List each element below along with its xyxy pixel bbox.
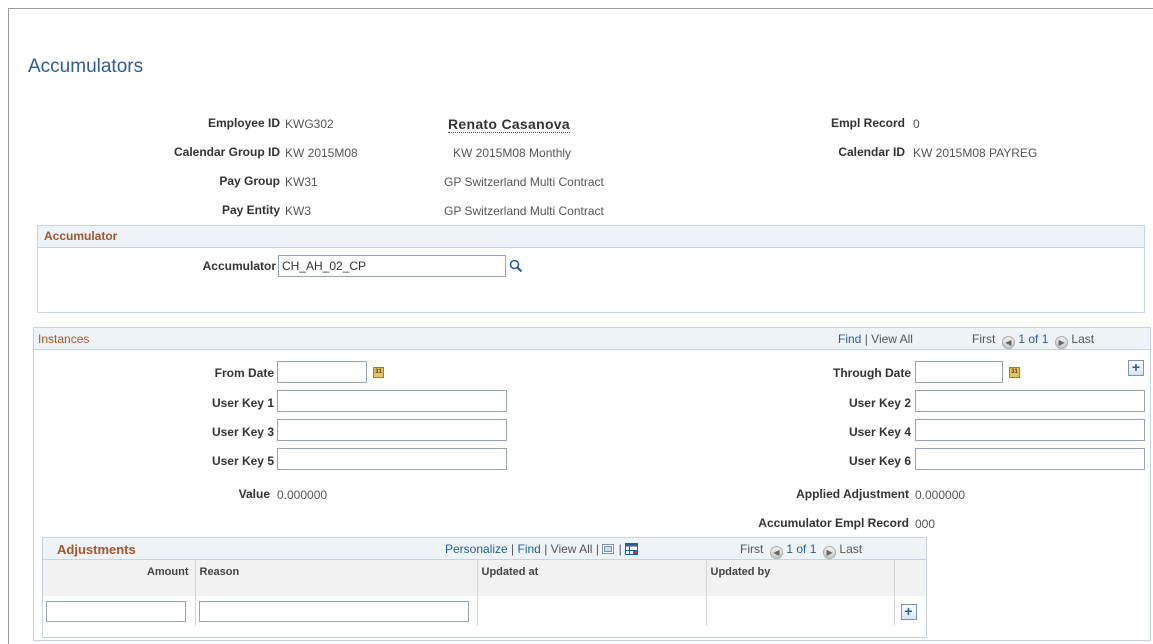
pay-group-desc: GP Switzerland Multi Contract (444, 175, 604, 189)
top-border (8, 8, 1153, 9)
adjustments-pager: First ◀ 1 of 1 ▶ Last (740, 542, 862, 559)
user-key-5-label: User Key 5 (211, 454, 274, 468)
adjustments-header-row: Amount Reason Updated at Updated by (43, 560, 926, 596)
user-key-1-label: User Key 1 (211, 396, 274, 410)
instances-prev-icon[interactable]: ◀ (1002, 336, 1015, 349)
applied-adjustment-value: 0.000000 (915, 488, 966, 502)
pay-group-value: KW31 (285, 175, 318, 189)
column-header-reason: Reason (195, 560, 478, 596)
column-header-amount: Amount (43, 560, 196, 596)
updated-by-cell (706, 596, 895, 626)
applied-adjustment-label: Applied Adjustment (796, 487, 909, 501)
page-title: Accumulators (28, 56, 144, 77)
through-date-label: Through Date (833, 366, 911, 380)
employee-id-value: KWG302 (285, 117, 334, 131)
user-key-3-input[interactable] (277, 419, 507, 441)
separator: | (618, 542, 622, 556)
accumulator-label: Accumulator (202, 259, 276, 273)
acc-empl-record-value: 000 (915, 517, 936, 531)
pay-entity-desc: GP Switzerland Multi Contract (444, 204, 604, 218)
adjustments-table: Amount Reason Updated at Updated by + (43, 560, 926, 626)
user-key-2-input[interactable] (915, 390, 1145, 412)
zoom-icon[interactable] (602, 543, 615, 555)
adjustments-next-icon[interactable]: ▶ (823, 546, 837, 559)
calendar-id-value: KW 2015M08 PAYREG (913, 146, 1038, 160)
user-key-6-label: User Key 6 (848, 454, 911, 468)
reason-input[interactable] (198, 600, 469, 622)
through-date-input[interactable] (915, 361, 1003, 383)
instances-header: Instances Find | View All First ◀ 1 of 1… (34, 328, 1150, 350)
adjustments-prev-icon[interactable]: ◀ (770, 546, 783, 559)
pay-group-label: Pay Group (219, 174, 280, 188)
add-row-button[interactable]: + (900, 604, 917, 620)
calendar-icon[interactable]: 31 (1009, 367, 1020, 378)
instances-view-all-link[interactable]: View All (871, 332, 913, 346)
adjustments-find-link[interactable]: Find (518, 542, 541, 556)
user-key-4-label: User Key 4 (848, 425, 911, 439)
instances-pager: First ◀ 1 of 1 ▶ Last (972, 332, 1094, 349)
adjustments-grid: Adjustments Personalize | Find | View Al… (42, 537, 927, 638)
left-border (8, 8, 9, 644)
amount-cell (43, 596, 196, 626)
adjustments-view-all-link[interactable]: View All (551, 542, 593, 556)
adjustments-page-count: 1 of 1 (786, 542, 817, 556)
amount-input[interactable] (46, 600, 186, 622)
updated-at-cell (477, 596, 707, 626)
separator: | (864, 332, 868, 346)
instances-page-count: 1 of 1 (1018, 332, 1049, 346)
personalize-link[interactable]: Personalize (445, 542, 508, 556)
calendar-group-id-value: KW 2015M08 (285, 146, 358, 160)
search-icon[interactable] (509, 259, 523, 273)
instances-find-link[interactable]: Find (838, 332, 861, 346)
calendar-group-id-label: Calendar Group ID (173, 145, 280, 159)
table-row: + (43, 596, 926, 626)
separator: | (595, 542, 599, 556)
adjustments-last-label: Last (839, 542, 863, 556)
column-header-actions (894, 560, 926, 596)
download-excel-icon[interactable] (625, 543, 639, 555)
add-instance-button[interactable]: + (1128, 360, 1144, 376)
user-key-6-input[interactable] (915, 448, 1145, 470)
empl-record-value: 0 (913, 117, 920, 131)
employee-id-label: Employee ID (207, 116, 280, 130)
user-key-5-input[interactable] (277, 448, 507, 470)
instances-next-icon[interactable]: ▶ (1055, 336, 1069, 349)
calendar-id-label: Calendar ID (838, 145, 905, 159)
user-key-1-input[interactable] (277, 390, 507, 412)
calendar-icon[interactable]: 31 (373, 367, 384, 378)
adjustments-title: Adjustments (57, 542, 136, 557)
column-header-updated-by: Updated by (706, 560, 895, 596)
from-date-label: From Date (214, 366, 274, 380)
user-key-4-input[interactable] (915, 419, 1145, 441)
column-header-updated-at: Updated at (477, 560, 707, 596)
instances-first-label: First (972, 332, 996, 346)
user-key-2-label: User Key 2 (848, 396, 911, 410)
instances-nav-links: Find | View All (838, 332, 913, 346)
accumulator-section-title: Accumulator (38, 226, 1144, 248)
calendar-group-desc: KW 2015M08 Monthly (453, 146, 572, 160)
instances-last-label: Last (1071, 332, 1095, 346)
pay-entity-label: Pay Entity (221, 203, 280, 217)
value-label: Value (238, 487, 270, 501)
adjustments-first-label: First (740, 542, 764, 556)
adjustments-nav-links: Personalize | Find | View All | | (445, 542, 639, 556)
instances-title: Instances (38, 332, 90, 346)
pay-entity-value: KW3 (285, 204, 312, 218)
adjustments-header: Adjustments Personalize | Find | View Al… (43, 538, 926, 560)
user-key-3-label: User Key 3 (211, 425, 274, 439)
empl-record-label: Empl Record (830, 116, 905, 130)
separator: | (511, 542, 515, 556)
accumulator-input[interactable] (278, 255, 506, 277)
value-value: 0.000000 (277, 488, 328, 502)
from-date-input[interactable] (277, 361, 367, 383)
reason-cell (195, 596, 478, 626)
actions-cell: + (894, 596, 926, 626)
acc-empl-record-label: Accumulator Empl Record (758, 516, 909, 530)
separator: | (544, 542, 548, 556)
employee-name: Renato Casanova (448, 116, 570, 133)
